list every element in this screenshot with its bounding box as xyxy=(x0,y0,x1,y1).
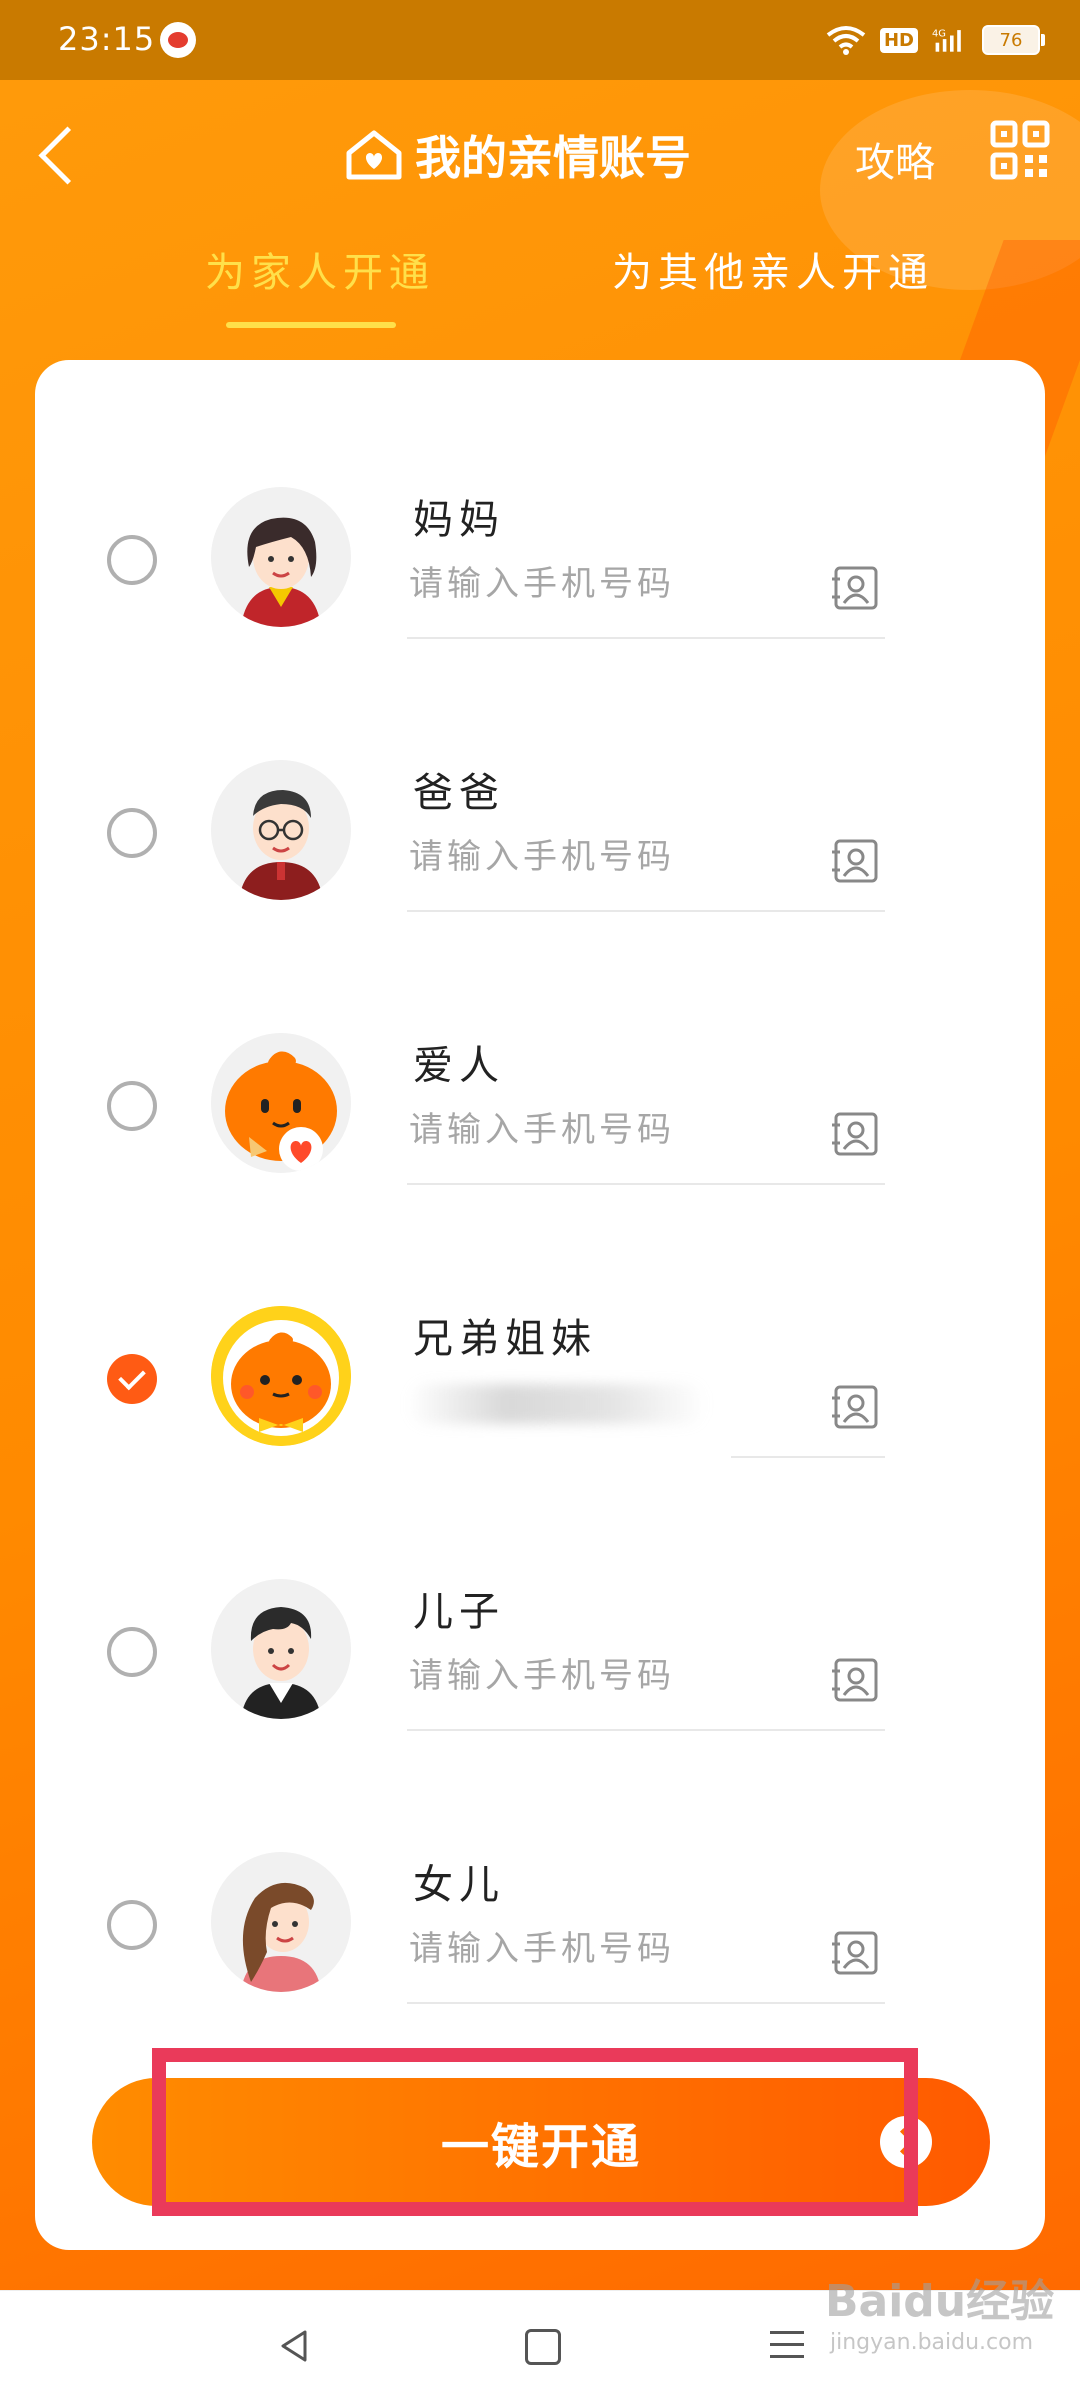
phone-input[interactable] xyxy=(407,1647,811,1705)
role-label: 女儿 xyxy=(413,1862,505,1908)
role-label: 兄弟姐妹 xyxy=(413,1316,597,1362)
avatar-dad xyxy=(211,760,351,900)
phone-input[interactable] xyxy=(407,1920,811,1978)
tab-bar: 为家人开通 为其他亲人开通 xyxy=(0,240,1080,340)
phone-input[interactable] xyxy=(407,555,811,613)
son-avatar-icon xyxy=(211,1579,351,1719)
phone-input[interactable] xyxy=(407,1101,811,1159)
active-tab-indicator xyxy=(226,322,396,328)
contact-book-icon[interactable] xyxy=(830,1930,880,1976)
select-radio[interactable] xyxy=(107,1900,157,1950)
select-radio[interactable] xyxy=(107,535,157,585)
contact-book-icon[interactable] xyxy=(830,1384,880,1430)
contact-book-icon[interactable] xyxy=(830,838,880,884)
siblings-avatar-icon xyxy=(211,1306,351,1446)
role-label: 爸爸 xyxy=(413,770,505,816)
phone-value-blurred[interactable] xyxy=(407,1384,707,1424)
weibo-notification-icon xyxy=(160,22,196,58)
select-radio-checked[interactable] xyxy=(107,1354,157,1404)
tab-other-relatives[interactable]: 为其他亲人开通 xyxy=(612,240,934,298)
title-group: 我的亲情账号 xyxy=(345,120,691,190)
input-divider xyxy=(407,1729,885,1731)
back-button[interactable] xyxy=(30,115,90,195)
status-indicators: HD 4G 76 xyxy=(826,20,1045,60)
strategy-link[interactable]: 攻略 xyxy=(855,130,935,188)
nav-back-icon[interactable] xyxy=(275,2326,315,2366)
annotation-highlight-box xyxy=(152,2048,918,2216)
status-time: 23:15 xyxy=(58,20,156,58)
avatar-spouse xyxy=(211,1033,351,1173)
input-divider xyxy=(407,637,885,639)
avatar-mom xyxy=(211,487,351,627)
daughter-avatar-icon xyxy=(211,1852,351,1992)
member-row-son: 儿子 xyxy=(35,1579,1045,1759)
member-row-spouse: 爱人 xyxy=(35,1033,1045,1213)
signal-icon: 4G xyxy=(932,28,961,52)
avatar-siblings xyxy=(211,1306,351,1446)
tab-family[interactable]: 为家人开通 xyxy=(205,240,435,298)
watermark-logo: Baidu经验 xyxy=(825,2276,1055,2327)
nav-home-icon[interactable] xyxy=(525,2329,561,2365)
battery-icon: 76 xyxy=(982,25,1045,55)
member-row-mom: 妈妈 xyxy=(35,487,1045,667)
contact-book-icon[interactable] xyxy=(830,1657,880,1703)
select-radio[interactable] xyxy=(107,808,157,858)
avatar-son xyxy=(211,1579,351,1719)
input-divider xyxy=(407,2002,885,2004)
contact-book-icon[interactable] xyxy=(830,565,880,611)
qr-code-icon[interactable] xyxy=(990,120,1050,180)
wifi-icon xyxy=(826,26,866,55)
spouse-avatar-icon xyxy=(211,1033,351,1173)
role-label: 爱人 xyxy=(413,1043,505,1089)
watermark-url: jingyan.baidu.com xyxy=(830,2330,1034,2355)
battery-level: 76 xyxy=(999,29,1023,51)
input-divider xyxy=(407,1183,885,1185)
dad-avatar-icon xyxy=(211,760,351,900)
phone-input[interactable] xyxy=(407,828,811,886)
status-bar: 23:15 HD 4G 76 xyxy=(0,0,1080,80)
select-radio[interactable] xyxy=(107,1627,157,1677)
member-row-dad: 爸爸 xyxy=(35,760,1045,940)
select-radio[interactable] xyxy=(107,1081,157,1131)
input-divider xyxy=(407,910,885,912)
member-card: 妈妈 爸爸 xyxy=(35,360,1045,2250)
member-row-daughter: 女儿 xyxy=(35,1852,1045,2032)
role-label: 妈妈 xyxy=(413,497,505,543)
network-type: 4G xyxy=(932,28,946,39)
nav-menu-icon[interactable] xyxy=(770,2331,804,2361)
role-label: 儿子 xyxy=(413,1589,505,1635)
page-title: 我的亲情账号 xyxy=(415,131,691,185)
avatar-daughter xyxy=(211,1852,351,1992)
hd-icon: HD xyxy=(879,27,918,53)
input-divider xyxy=(731,1456,885,1458)
home-heart-icon xyxy=(346,130,402,180)
member-row-siblings: 兄弟姐妹 xyxy=(35,1306,1045,1486)
mom-avatar-icon xyxy=(211,487,351,627)
contact-book-icon[interactable] xyxy=(830,1111,880,1157)
